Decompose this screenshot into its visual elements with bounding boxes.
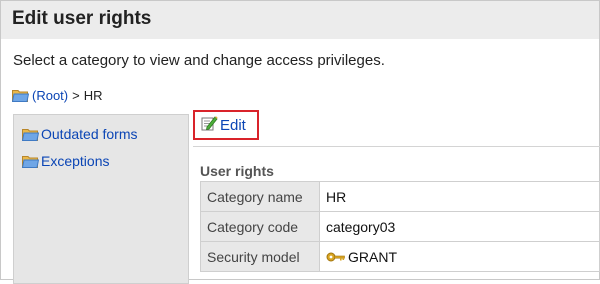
row-key-category-name: Category name bbox=[200, 181, 320, 212]
breadcrumb-separator: > bbox=[72, 87, 80, 103]
key-icon bbox=[326, 249, 346, 265]
row-key-security-model: Security model bbox=[200, 241, 320, 272]
tree-item-label: Exceptions bbox=[41, 153, 110, 169]
row-key-category-code: Category code bbox=[200, 211, 320, 242]
tree-item-label: Outdated forms bbox=[41, 126, 138, 142]
edit-button-label: Edit bbox=[220, 116, 246, 134]
section-divider bbox=[193, 146, 600, 147]
edit-button[interactable]: Edit bbox=[201, 115, 246, 135]
page-description: Select a category to view and change acc… bbox=[13, 52, 385, 69]
table-row: Category code category03 bbox=[200, 211, 600, 242]
table-row: Security model GRANT bbox=[200, 241, 600, 272]
user-rights-table: Category name HR Category code category0… bbox=[200, 181, 600, 272]
row-value-category-code: category03 bbox=[319, 211, 600, 242]
table-row: Category name HR bbox=[200, 181, 600, 212]
edit-icon bbox=[201, 115, 218, 135]
folder-icon bbox=[12, 88, 29, 102]
page-title: Edit user rights bbox=[12, 8, 152, 29]
folder-icon bbox=[22, 154, 39, 168]
folder-icon bbox=[22, 127, 39, 141]
edit-highlight-box: Edit bbox=[193, 110, 259, 140]
breadcrumb-root-link[interactable]: (Root) bbox=[32, 88, 68, 103]
category-tree-pane: Outdated forms Exceptions bbox=[13, 114, 189, 284]
tree-item-exceptions[interactable]: Exceptions bbox=[22, 153, 109, 169]
section-title: User rights bbox=[200, 163, 274, 179]
breadcrumb: (Root) > HR bbox=[12, 86, 103, 104]
breadcrumb-current: HR bbox=[83, 87, 103, 103]
row-value-security-model-cell: GRANT bbox=[319, 241, 600, 272]
row-value-category-name: HR bbox=[319, 181, 600, 212]
row-value-security-model: GRANT bbox=[348, 248, 397, 265]
tree-item-outdated-forms[interactable]: Outdated forms bbox=[22, 126, 138, 142]
